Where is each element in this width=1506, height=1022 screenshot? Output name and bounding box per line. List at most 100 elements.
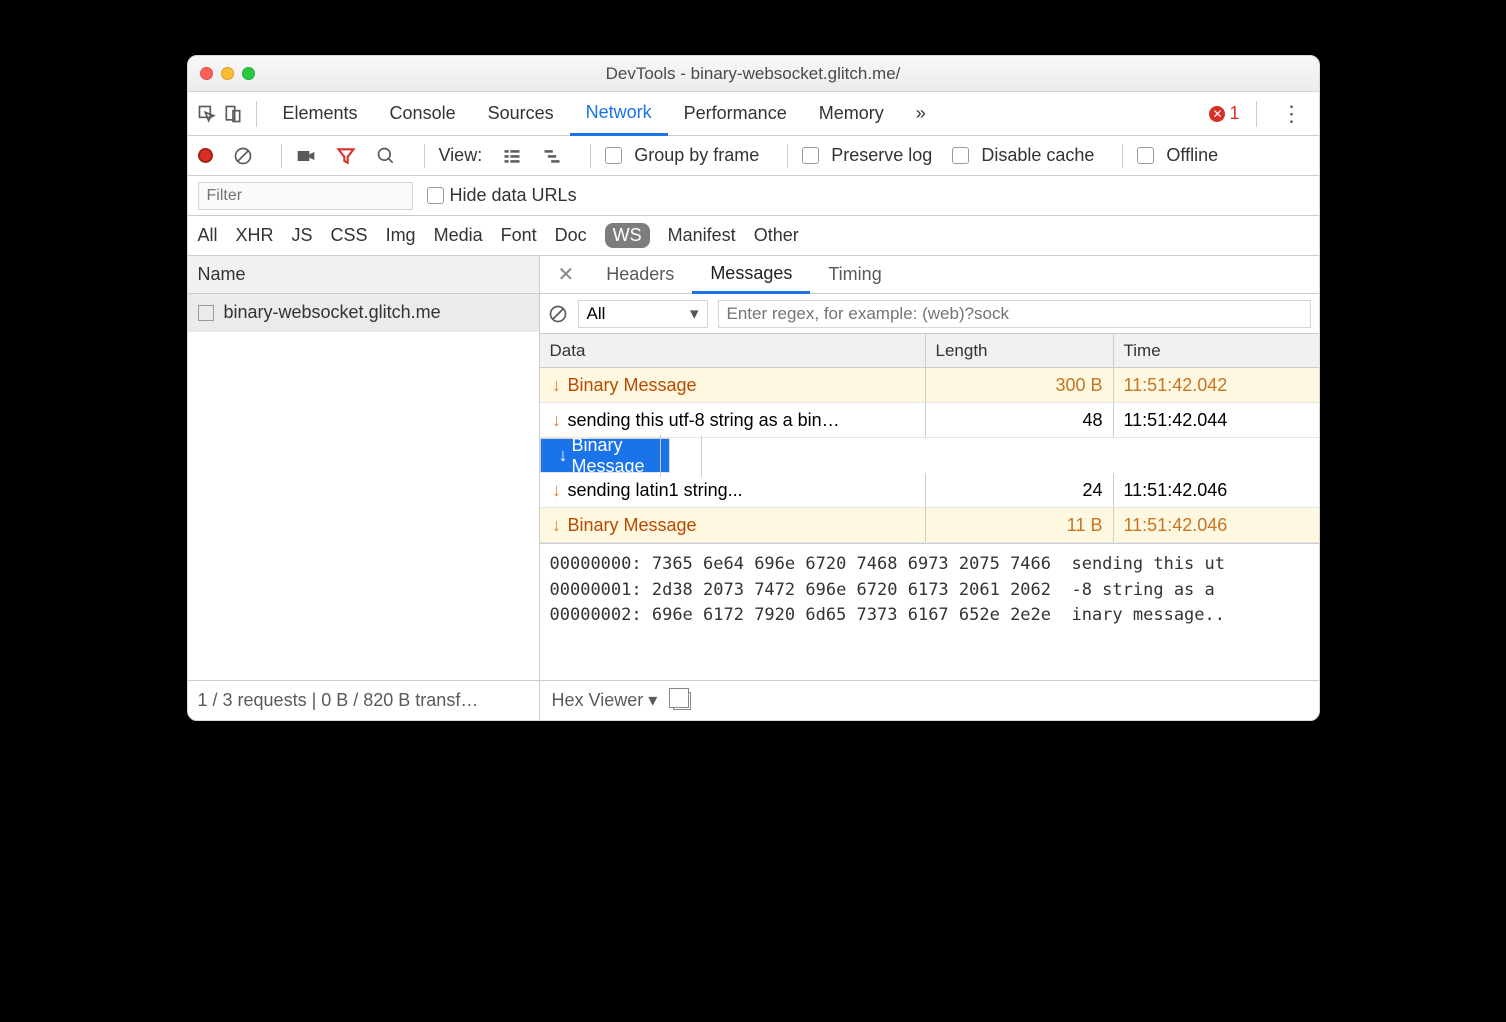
zoom-window-button[interactable] xyxy=(242,67,255,80)
hex-viewer-dropdown[interactable]: Hex Viewer ▾ xyxy=(552,690,658,711)
filter-bar: Hide data URLs xyxy=(188,176,1319,216)
message-type-select[interactable]: All▾ xyxy=(578,300,708,328)
chevron-down-icon: ▾ xyxy=(690,304,699,324)
titlebar: DevTools - binary-websocket.glitch.me/ xyxy=(188,56,1319,92)
arrow-down-icon: ↓ xyxy=(550,410,564,431)
window-title: DevTools - binary-websocket.glitch.me/ xyxy=(188,64,1319,84)
tab-elements[interactable]: Elements xyxy=(267,92,374,135)
search-icon[interactable] xyxy=(376,146,396,166)
type-filter-ws[interactable]: WS xyxy=(605,223,650,248)
hide-data-urls-checkbox[interactable]: Hide data URLs xyxy=(427,185,577,206)
col-time[interactable]: Time xyxy=(1114,334,1319,367)
message-filter-bar: All▾ xyxy=(540,294,1319,334)
disable-cache-checkbox[interactable]: Disable cache xyxy=(952,145,1094,166)
message-rows: ↓Binary Message300 B11:51:42.042↓sending… xyxy=(540,368,1319,543)
type-filter-img[interactable]: Img xyxy=(386,225,416,246)
detail-pane: ✕ HeadersMessagesTiming All▾ Data Length… xyxy=(540,256,1319,680)
message-length: 11 B xyxy=(926,508,1114,542)
filter-icon[interactable] xyxy=(336,146,356,166)
message-length: 48 B xyxy=(661,435,702,477)
hex-viewer[interactable]: 00000000: 7365 6e64 696e 6720 7468 6973 … xyxy=(540,543,1319,680)
col-data[interactable]: Data xyxy=(540,334,926,367)
message-time: 11:51:42.046 xyxy=(1114,508,1319,542)
message-text: Binary Message xyxy=(568,375,697,396)
error-count-value: 1 xyxy=(1229,103,1239,124)
message-row[interactable]: ↓sending latin1 string...2411:51:42.046 xyxy=(540,473,1319,508)
type-filter-media[interactable]: Media xyxy=(434,225,483,246)
record-button[interactable] xyxy=(198,148,213,163)
minimize-window-button[interactable] xyxy=(221,67,234,80)
request-favicon-placeholder xyxy=(198,305,214,321)
waterfall-icon[interactable] xyxy=(542,146,562,166)
message-row[interactable]: ↓Binary Message48 B11:51:42.045 xyxy=(540,438,670,473)
tab-overflow[interactable]: » xyxy=(900,92,942,135)
message-text: Binary Message xyxy=(568,515,697,536)
subtab-headers[interactable]: Headers xyxy=(588,264,692,285)
message-row[interactable]: ↓Binary Message 11 B11:51:42.046 xyxy=(540,508,1319,543)
clear-messages-icon[interactable] xyxy=(548,304,568,324)
tab-performance[interactable]: Performance xyxy=(668,92,803,135)
message-text: Binary Message xyxy=(572,435,650,477)
arrow-down-icon: ↓ xyxy=(550,375,564,396)
type-filter-js[interactable]: JS xyxy=(292,225,313,246)
large-rows-icon[interactable] xyxy=(502,146,522,166)
clear-icon[interactable] xyxy=(233,146,253,166)
subtab-messages[interactable]: Messages xyxy=(692,257,810,294)
group-by-frame-checkbox[interactable]: Group by frame xyxy=(605,145,759,166)
arrow-down-icon: ↓ xyxy=(550,480,564,501)
offline-checkbox[interactable]: Offline xyxy=(1137,145,1218,166)
message-time: 11:51:42.044 xyxy=(1114,403,1319,437)
message-length: 48 xyxy=(926,403,1114,437)
tab-console[interactable]: Console xyxy=(374,92,472,135)
close-detail-icon[interactable]: ✕ xyxy=(544,262,589,287)
message-length: 24 xyxy=(926,473,1114,507)
type-filter-all[interactable]: All xyxy=(198,225,218,246)
traffic-lights xyxy=(200,67,255,80)
message-time: 11:51:42.046 xyxy=(1114,473,1319,507)
filter-input[interactable] xyxy=(198,182,413,210)
detail-tabs: ✕ HeadersMessagesTiming xyxy=(540,256,1319,294)
tab-memory[interactable]: Memory xyxy=(803,92,900,135)
settings-menu-icon[interactable]: ⋮ xyxy=(1267,101,1313,127)
col-length[interactable]: Length xyxy=(926,334,1114,367)
type-filter-font[interactable]: Font xyxy=(501,225,537,246)
tab-network[interactable]: Network xyxy=(570,93,668,136)
devtools-window: DevTools - binary-websocket.glitch.me/ E… xyxy=(187,55,1320,721)
camera-icon[interactable] xyxy=(296,146,316,166)
network-toolbar: View: Group by frame Preserve log Disabl… xyxy=(188,136,1319,176)
status-summary: 1 / 3 requests | 0 B / 820 B transf… xyxy=(188,681,540,720)
preserve-log-checkbox[interactable]: Preserve log xyxy=(802,145,932,166)
main-tabstrip: ElementsConsoleSourcesNetworkPerformance… xyxy=(188,92,1319,136)
status-bar: 1 / 3 requests | 0 B / 820 B transf… Hex… xyxy=(188,680,1319,720)
type-filter-css[interactable]: CSS xyxy=(331,225,368,246)
error-count[interactable]: ✕ 1 xyxy=(1203,103,1245,124)
subtab-timing[interactable]: Timing xyxy=(810,264,899,285)
inspect-icon[interactable] xyxy=(194,101,220,127)
view-label: View: xyxy=(439,145,483,166)
copy-icon[interactable] xyxy=(673,692,691,710)
arrow-down-icon: ↓ xyxy=(559,445,568,466)
message-length: 300 B xyxy=(926,368,1114,402)
message-text: sending this utf-8 string as a bin… xyxy=(568,410,840,431)
resource-type-filter: All XHR JS CSS Img Media Font Doc WS Manifest Othe… xyxy=(188,216,1319,256)
type-filter-other[interactable]: Other xyxy=(754,225,799,246)
message-columns-header: Data Length Time xyxy=(540,334,1319,368)
device-toggle-icon[interactable] xyxy=(220,101,246,127)
type-filter-manifest[interactable]: Manifest xyxy=(668,225,736,246)
message-time: 11:51:42.045 xyxy=(702,445,826,466)
error-icon: ✕ xyxy=(1209,106,1225,122)
message-row[interactable]: ↓Binary Message 300 B11:51:42.042 xyxy=(540,368,1319,403)
type-filter-xhr[interactable]: XHR xyxy=(236,225,274,246)
request-name: binary-websocket.glitch.me xyxy=(224,302,441,323)
message-row[interactable]: ↓sending this utf-8 string as a bin… 4811… xyxy=(540,403,1319,438)
tab-sources[interactable]: Sources xyxy=(472,92,570,135)
close-window-button[interactable] xyxy=(200,67,213,80)
request-row[interactable]: binary-websocket.glitch.me xyxy=(188,294,539,332)
split-pane: Name binary-websocket.glitch.me ✕ Header… xyxy=(188,256,1319,680)
name-column-header[interactable]: Name xyxy=(188,256,539,294)
type-filter-doc[interactable]: Doc xyxy=(555,225,587,246)
requests-pane: Name binary-websocket.glitch.me xyxy=(188,256,540,680)
arrow-down-icon: ↓ xyxy=(550,515,564,536)
message-regex-input[interactable] xyxy=(718,300,1311,328)
message-time: 11:51:42.042 xyxy=(1114,368,1319,402)
